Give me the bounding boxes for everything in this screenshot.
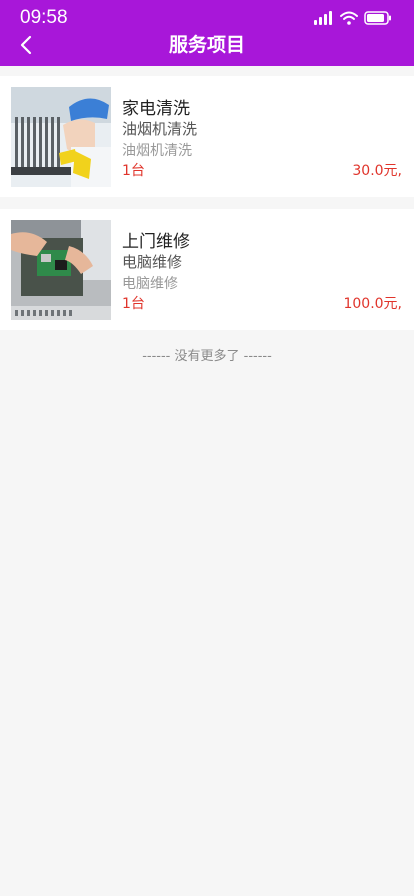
top-bar: 09:58 服务项目 bbox=[0, 0, 414, 66]
service-quantity: 1台 bbox=[122, 296, 145, 312]
service-list: 家电清洗 油烟机清洗 油烟机清洗 1台 30.0元, 上门维修 电脑维修 电脑维… bbox=[0, 76, 414, 342]
service-title: 上门维修 bbox=[122, 232, 190, 252]
service-price: 100.0元, bbox=[343, 296, 402, 312]
wifi-icon bbox=[340, 11, 358, 25]
service-thumbnail bbox=[11, 220, 111, 320]
service-card-home-repair[interactable]: 上门维修 电脑维修 电脑维修 1台 100.0元, bbox=[0, 209, 414, 330]
service-card-appliance-cleaning[interactable]: 家电清洗 油烟机清洗 油烟机清洗 1台 30.0元, bbox=[0, 76, 414, 197]
service-thumbnail bbox=[11, 87, 111, 187]
signal-icon bbox=[314, 11, 332, 25]
cleaning-photo-icon bbox=[11, 87, 111, 187]
service-subtitle: 电脑维修 bbox=[122, 253, 183, 271]
no-more-text: ------ 没有更多了 ------ bbox=[142, 349, 272, 364]
battery-icon bbox=[364, 11, 391, 25]
service-description: 电脑维修 bbox=[122, 276, 178, 292]
service-quantity: 1台 bbox=[122, 163, 145, 179]
status-icons bbox=[314, 10, 392, 26]
status-time: 09:58 bbox=[20, 7, 68, 28]
service-title: 家电清洗 bbox=[122, 99, 190, 119]
page-title: 服务项目 bbox=[168, 34, 245, 56]
service-subtitle: 油烟机清洗 bbox=[122, 120, 198, 138]
service-price: 30.0元, bbox=[352, 163, 402, 179]
computer-repair-photo-icon bbox=[11, 220, 111, 320]
service-description: 油烟机清洗 bbox=[122, 143, 192, 159]
